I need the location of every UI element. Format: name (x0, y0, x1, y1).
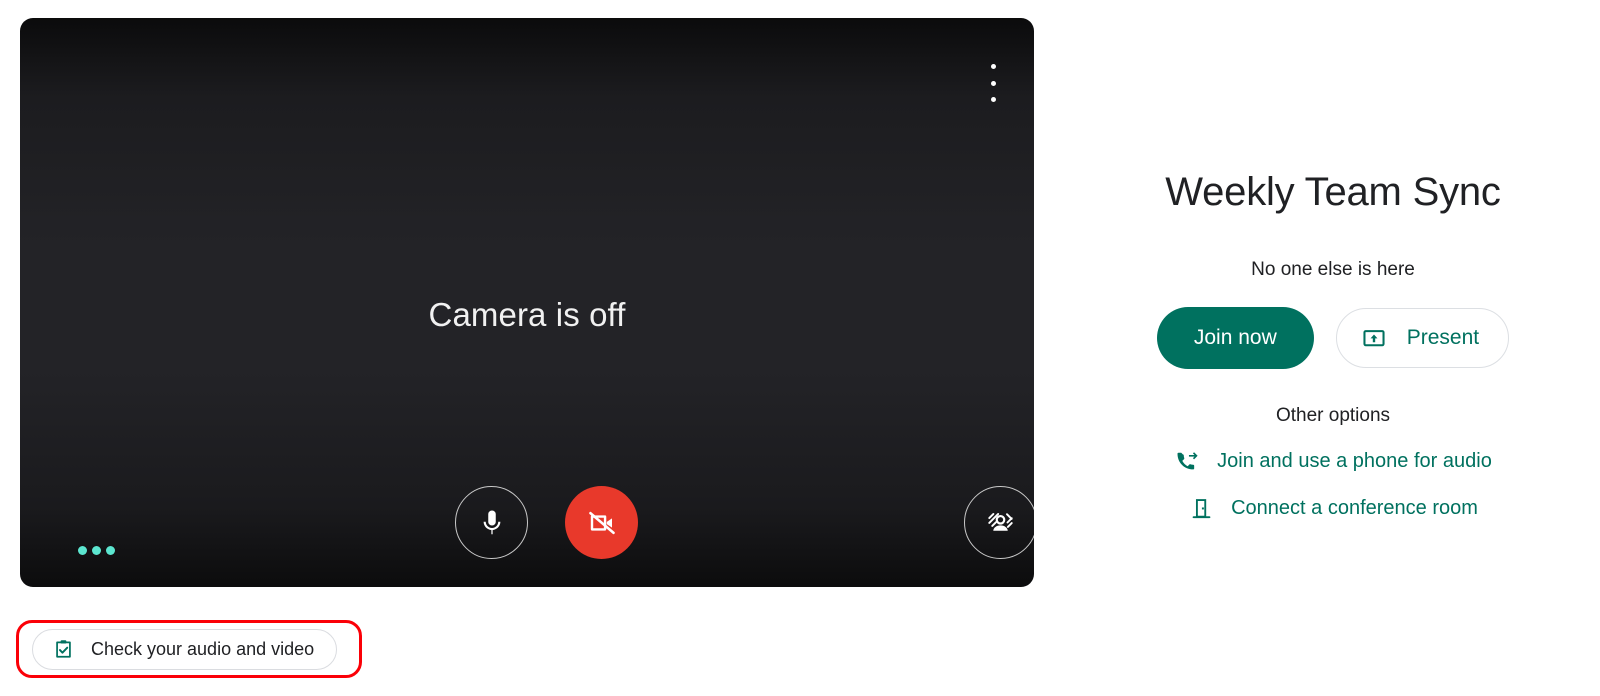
more-dot (990, 64, 996, 69)
video-preview-panel: Camera is off (20, 18, 1034, 587)
connect-conference-room-label: Connect a conference room (1231, 497, 1478, 519)
camera-off-icon (588, 511, 615, 534)
visual-effects-button[interactable] (964, 486, 1034, 559)
visual-effects-icon (988, 513, 1013, 531)
more-vert-icon[interactable] (980, 62, 1006, 104)
other-options-heading: Other options (1275, 405, 1391, 426)
meeting-info-panel: Weekly Team Sync No one else is here Joi… (1066, 0, 1600, 696)
connect-conference-room-link[interactable]: Connect a conference room (1188, 495, 1478, 521)
participants-status-text: No one else is here (1251, 259, 1415, 280)
present-button[interactable]: Present (1335, 308, 1510, 368)
clipboard-check-icon (50, 637, 76, 663)
more-dot (990, 97, 996, 102)
check-audio-video-button[interactable]: Check your audio and video (32, 629, 338, 670)
join-by-phone-label: Join and use a phone for audio (1217, 450, 1492, 472)
meeting-title: Weekly Team Sync (1165, 170, 1501, 214)
join-now-button[interactable]: Join now (1156, 307, 1314, 369)
join-actions-row: Join now Present (1156, 307, 1510, 369)
more-dot (990, 80, 996, 86)
phone-forwarded-icon (1174, 448, 1200, 474)
check-audio-video-region: Check your audio and video (16, 620, 362, 678)
google-meet-prejoin-screen: Camera is off Weekly Team Sync No one el… (0, 0, 1600, 696)
camera-status-text: Camera is off (428, 296, 626, 333)
join-by-phone-link[interactable]: Join and use a phone for audio (1174, 448, 1492, 474)
microphone-toggle-button[interactable] (455, 486, 528, 559)
present-to-all-icon (1361, 325, 1387, 351)
meeting-room-door-icon (1188, 495, 1214, 521)
check-audio-video-label: Check your audio and video (91, 639, 315, 659)
present-button-label: Present (1406, 326, 1480, 349)
camera-toggle-button[interactable] (565, 486, 638, 559)
microphone-icon (483, 510, 500, 534)
video-controls-bar (20, 486, 1034, 560)
